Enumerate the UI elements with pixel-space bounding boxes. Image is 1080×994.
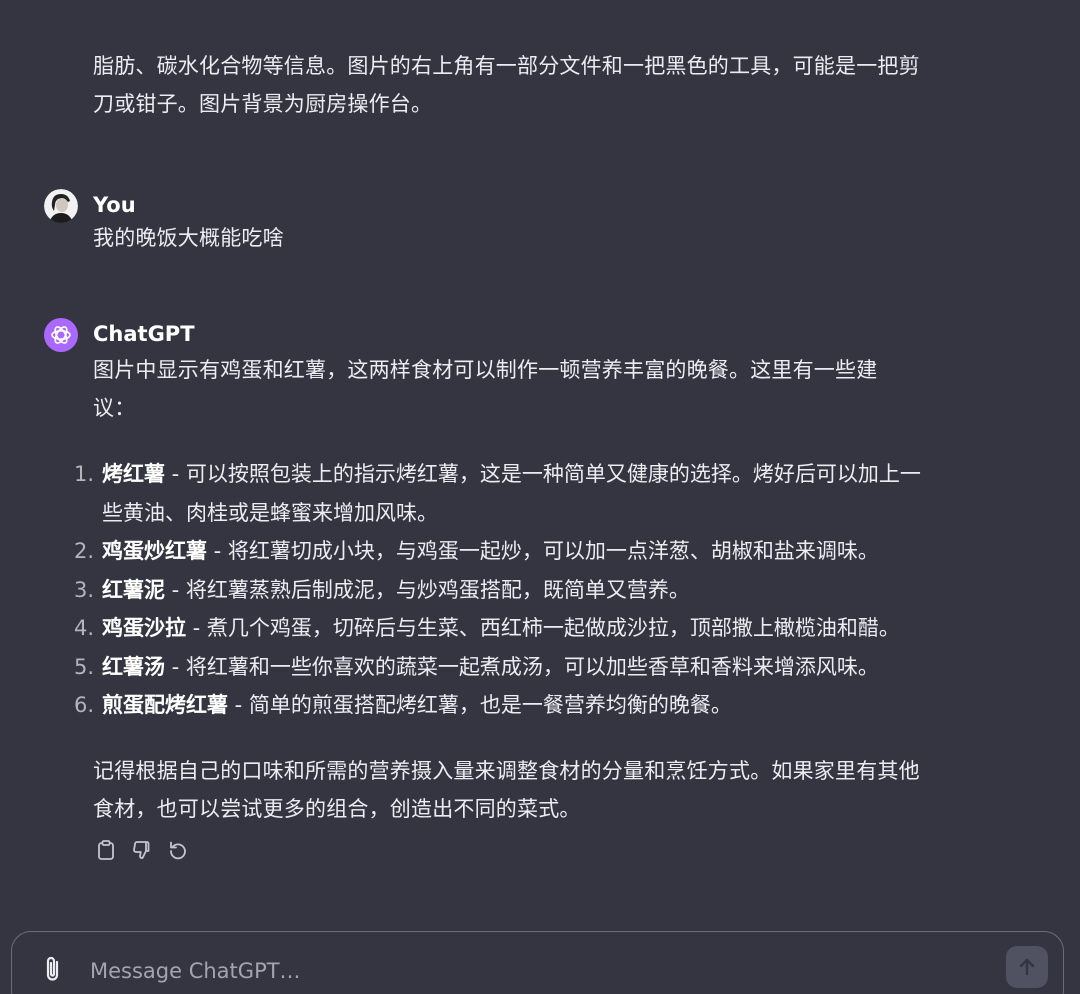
list-item-number: 2.	[73, 539, 94, 563]
list-item-number: 4.	[73, 616, 94, 640]
list-item: 6. 煎蛋配烤红薯 - 简单的煎蛋搭配烤红薯，也是一餐营养均衡的晚餐。	[70, 686, 940, 725]
list-item: 5. 红薯汤 - 将红薯和一些你喜欢的蔬菜一起煮成汤，可以加些香草和香料来增添风味…	[70, 648, 940, 687]
list-item-title: 鸡蛋炒红薯	[102, 539, 207, 563]
regenerate-icon	[170, 841, 186, 860]
message-composer	[11, 931, 1064, 994]
list-item-description: - 将红薯蒸熟后制成泥，与炒鸡蛋搭配，既简单又营养。	[165, 577, 690, 602]
paperclip-icon	[46, 956, 59, 981]
send-button[interactable]	[1006, 946, 1048, 988]
user-avatar	[44, 189, 78, 223]
list-item-number: 5.	[73, 654, 94, 679]
user-message-text: 我的晚饭大概能吃啥	[93, 226, 284, 250]
list-item-title: 红薯泥	[102, 577, 165, 602]
list-item-number: 1.	[73, 462, 94, 486]
list-item-number: 6.	[73, 693, 94, 717]
assistant-intro-text: 图片中显示有鸡蛋和红薯，这两样食材可以制作一顿营养丰富的晚餐。这里有一些建议：	[93, 358, 878, 420]
list-item-title: 煎蛋配烤红薯	[102, 693, 228, 717]
openai-logo-icon	[51, 326, 71, 344]
arrow-up-icon	[1019, 958, 1035, 976]
list-item-description: - 简单的煎蛋搭配烤红薯，也是一餐营养均衡的晚餐。	[228, 693, 732, 717]
list-item: 3. 红薯泥 - 将红薯蒸熟后制成泥，与炒鸡蛋搭配，既简单又营养。	[70, 571, 940, 610]
list-item-title: 鸡蛋沙拉	[102, 616, 186, 640]
chatgpt-avatar	[44, 318, 78, 352]
list-item-description: - 将红薯切成小块，与鸡蛋一起炒，可以加一点洋葱、胡椒和盐来调味。	[207, 539, 879, 563]
user-author-name: You	[93, 193, 136, 217]
list-item-description: - 可以按照包装上的指示烤红薯，这是一种简单又健康的选择。烤好后可以加上一些黄油…	[102, 462, 921, 525]
list-item: 2. 鸡蛋炒红薯 - 将红薯切成小块，与鸡蛋一起炒，可以加一点洋葱、胡椒和盐来调味…	[70, 532, 940, 571]
list-item-title: 红薯汤	[102, 654, 165, 679]
copy-button[interactable]	[94, 838, 118, 862]
list-item-title: 烤红薯	[102, 462, 165, 486]
list-item: 4. 鸡蛋沙拉 - 煮几个鸡蛋，切碎后与生菜、西红柿一起做成沙拉，顶部撒上橄榄油和…	[70, 609, 940, 648]
previous-reply-text: 脂肪、碳水化合物等信息。图片的右上角有一部分文件和一把黑色的工具，可能是一把剪刀…	[93, 54, 920, 116]
suggestion-list: 1. 烤红薯 - 可以按照包装上的指示烤红薯，这是一种简单又健康的选择。烤好后可以…	[70, 455, 940, 725]
message-input[interactable]	[88, 952, 972, 990]
assistant-author-name: ChatGPT	[93, 322, 195, 346]
message-actions	[94, 838, 190, 862]
thumbs-down-icon	[133, 841, 150, 859]
list-item-description: - 煮几个鸡蛋，切碎后与生菜、西红柿一起做成沙拉，顶部撒上橄榄油和醋。	[186, 616, 900, 640]
list-item-number: 3.	[73, 577, 94, 602]
dislike-button[interactable]	[130, 838, 154, 862]
regenerate-button[interactable]	[166, 838, 190, 862]
list-item-description: - 将红薯和一些你喜欢的蔬菜一起煮成汤，可以加些香草和香料来增添风味。	[165, 654, 879, 679]
clipboard-icon	[98, 840, 114, 860]
chat-page: 脂肪、碳水化合物等信息。图片的右上角有一部分文件和一把黑色的工具，可能是一把剪刀…	[0, 0, 1080, 994]
list-item: 1. 烤红薯 - 可以按照包装上的指示烤红薯，这是一种简单又健康的选择。烤好后可以…	[70, 455, 940, 532]
assistant-outro-text: 记得根据自己的口味和所需的营养摄入量来调整食材的分量和烹饪方式。如果家里有其他食…	[93, 759, 920, 821]
attach-button[interactable]	[40, 954, 66, 984]
